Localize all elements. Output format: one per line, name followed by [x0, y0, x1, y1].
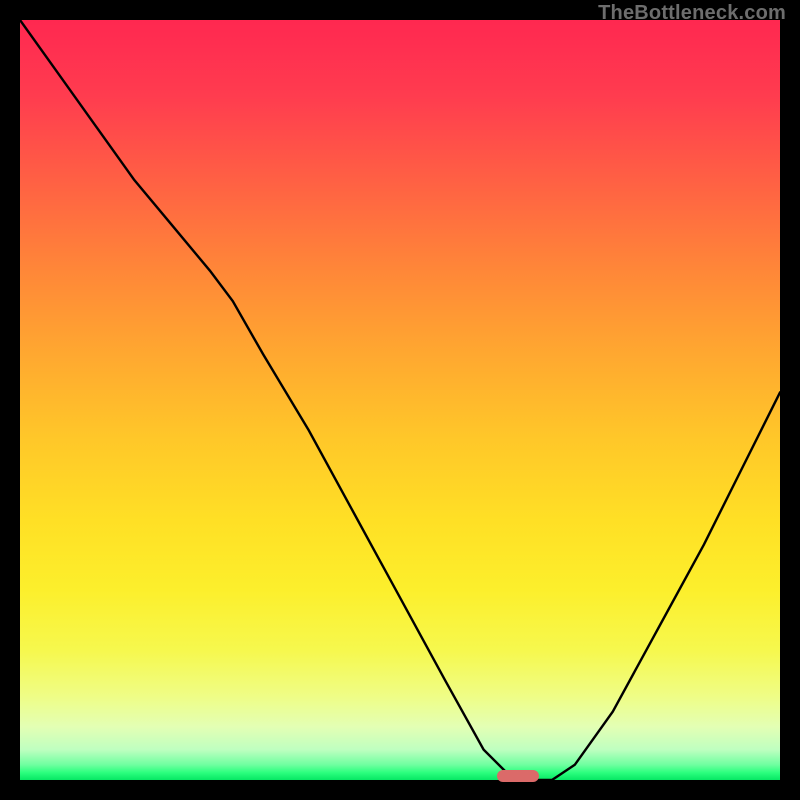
minimum-marker-pill: [497, 770, 539, 782]
gradient-plot-area: [20, 20, 780, 780]
chart-container: TheBottleneck.com: [0, 0, 800, 800]
